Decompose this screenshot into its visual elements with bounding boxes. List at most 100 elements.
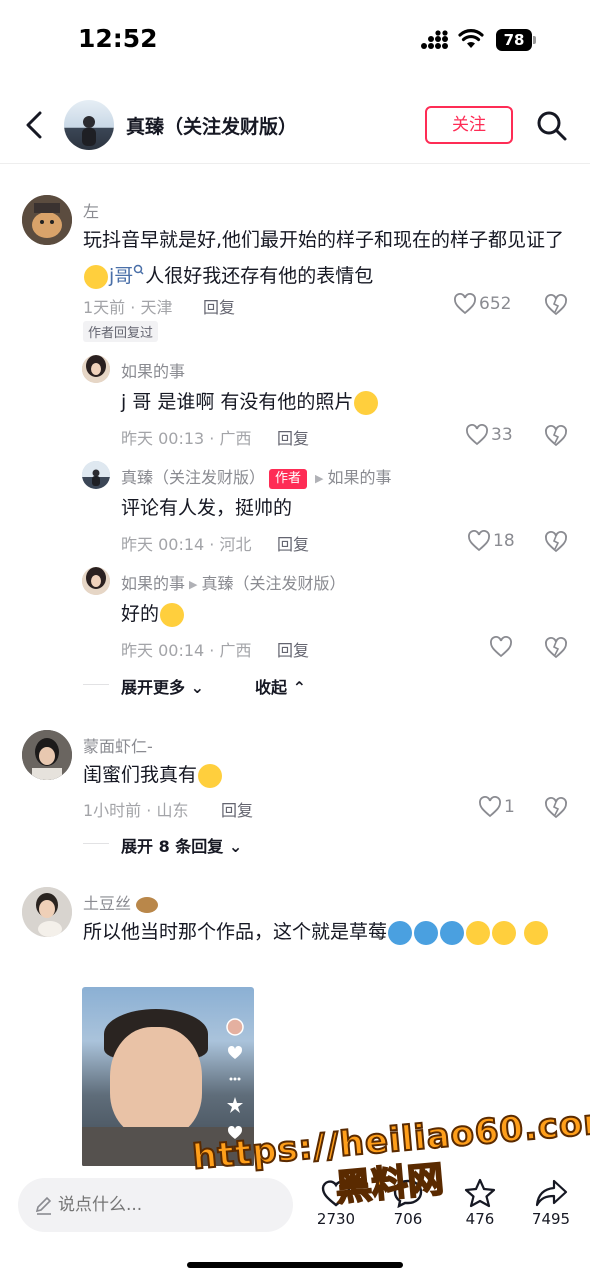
reply-header: 真臻（关注发财版） 作者 ▶ 如果的事	[121, 464, 392, 489]
avatar[interactable]	[82, 567, 110, 595]
reply-button[interactable]: 回复	[277, 425, 309, 449]
comment-username[interactable]: 土豆丝	[83, 890, 159, 914]
reply-to-username[interactable]: 如果的事	[328, 468, 392, 487]
page-title[interactable]: 真臻（关注发财版）	[126, 112, 297, 139]
crying-emoji-icon	[492, 920, 517, 945]
crying-emoji-icon	[466, 920, 491, 945]
reply-username[interactable]: 如果的事	[121, 574, 185, 593]
status-bar: 12:52 78	[0, 0, 590, 80]
dizzy-emoji-icon	[198, 763, 223, 788]
comment-action-button[interactable]: 706	[378, 1178, 438, 1228]
crying-emoji-icon	[524, 920, 549, 945]
status-time: 12:52	[78, 24, 158, 53]
reply-text: 评论有人发，挺帅的	[121, 497, 293, 519]
back-icon[interactable]	[20, 108, 50, 142]
like-action-button[interactable]: 2730	[306, 1178, 366, 1228]
dislike-heart-icon[interactable]	[544, 796, 568, 820]
heart-icon	[468, 530, 490, 552]
reply-username[interactable]: 真臻（关注发财版）	[121, 468, 265, 487]
home-indicator[interactable]	[187, 1262, 403, 1268]
share-action-count: 7495	[531, 1210, 571, 1228]
like-button[interactable]: 33	[465, 424, 513, 448]
dislike-heart-icon[interactable]	[544, 530, 568, 554]
wifi-icon	[458, 29, 484, 48]
heart-icon	[479, 796, 501, 818]
comment-bubble-icon	[393, 1179, 423, 1208]
follow-button[interactable]: 关注	[425, 106, 513, 144]
comment-text: 玩抖音早就是好,他们最开始的样子和现在的样子都见证了 j哥 人很好我还存有他的表情包	[83, 222, 573, 294]
avatar[interactable]	[22, 730, 72, 780]
mention-link[interactable]: j哥	[109, 265, 133, 287]
kite-emoji-icon	[388, 920, 413, 945]
reply-button[interactable]: 回复	[277, 531, 309, 555]
favorite-action-button[interactable]: 476	[450, 1178, 510, 1228]
reply-button[interactable]: 回复	[203, 294, 235, 318]
like-button[interactable]: 18	[467, 530, 515, 554]
heart-icon	[321, 1180, 351, 1207]
avatar[interactable]	[82, 355, 110, 383]
reply-meta: 昨天 00:13 · 广西	[121, 429, 252, 448]
dislike-heart-icon[interactable]	[544, 293, 568, 317]
heart-icon	[490, 636, 512, 658]
bottom-bar: 2730 706 476 7495	[0, 1166, 590, 1280]
reply-meta: 昨天 00:14 · 河北	[121, 535, 252, 554]
comment-input-box[interactable]	[18, 1178, 293, 1232]
collapse-button[interactable]: 收起 ⌃	[255, 674, 306, 698]
author-avatar[interactable]	[64, 100, 114, 150]
comment-meta: 1天前 · 天津	[83, 298, 173, 317]
search-icon[interactable]	[536, 110, 568, 142]
reply-header: 如果的事 ▶ 真臻（关注发财版）	[121, 570, 346, 594]
like-count: 1	[504, 797, 515, 817]
reply-to-arrow-icon: ▶	[189, 578, 198, 591]
reply-meta: 昨天 00:14 · 广西	[121, 641, 252, 660]
comment-username-text: 土豆丝	[83, 894, 132, 913]
reply-username[interactable]: 如果的事	[121, 358, 185, 382]
comment-username[interactable]: 左	[83, 198, 99, 222]
like-button[interactable]: 652	[453, 293, 511, 317]
like-count: 33	[491, 425, 513, 445]
comment-input[interactable]	[58, 1190, 278, 1220]
comment-meta: 1小时前 · 山东	[83, 801, 189, 820]
avatar[interactable]	[22, 195, 72, 245]
heart-icon	[466, 424, 488, 446]
battery-level: 78	[496, 29, 532, 51]
kite-emoji-icon	[414, 920, 439, 945]
divider	[83, 684, 109, 685]
battery-icon: 78	[496, 29, 536, 51]
comment-text: 所以他当时那个作品，这个就是草莓	[83, 914, 573, 950]
comment-username[interactable]: 蒙面虾仁-	[83, 733, 153, 757]
divider	[83, 843, 109, 844]
potato-emoji-icon	[136, 896, 159, 913]
reply-to-arrow-icon: ▶	[315, 472, 324, 485]
reply-text: j 哥 是谁啊 有没有他的照片	[121, 384, 561, 420]
expand-more-label: 展开更多	[121, 678, 186, 697]
like-button[interactable]	[489, 636, 513, 660]
expand-more-button[interactable]: 展开更多 ⌄	[121, 674, 204, 698]
like-count: 652	[479, 294, 512, 314]
dislike-heart-icon[interactable]	[544, 636, 568, 660]
share-action-button[interactable]: 7495	[521, 1178, 581, 1228]
share-arrow-icon	[535, 1179, 568, 1207]
pleading-emoji-icon	[354, 390, 379, 415]
expand-replies-button[interactable]: 展开 8 条回复 ⌄	[121, 833, 242, 857]
reply-button[interactable]: 回复	[221, 797, 253, 821]
like-action-count: 2730	[316, 1210, 356, 1228]
mention-search-icon	[134, 264, 144, 275]
favorite-action-count: 476	[465, 1210, 495, 1228]
reply-text-part: j 哥 是谁啊 有没有他的照片	[121, 391, 354, 413]
like-button[interactable]: 1	[478, 796, 515, 820]
reply-to-username[interactable]: 真臻（关注发财版）	[201, 574, 345, 593]
comment-text-part: 所以他当时那个作品，这个就是草莓	[83, 921, 388, 943]
like-count: 18	[493, 531, 515, 551]
dislike-heart-icon[interactable]	[544, 424, 568, 448]
comment-text: 闺蜜们我真有	[83, 757, 573, 793]
reply-text: 好的	[121, 596, 561, 632]
avatar[interactable]	[82, 461, 110, 489]
chevron-down-icon: ⌄	[190, 678, 204, 697]
video-thumbnail[interactable]	[82, 987, 254, 1167]
heart-icon	[454, 293, 476, 315]
star-icon	[464, 1178, 496, 1208]
pleading-emoji-icon	[160, 602, 185, 627]
avatar[interactable]	[22, 887, 72, 937]
reply-button[interactable]: 回复	[277, 637, 309, 661]
